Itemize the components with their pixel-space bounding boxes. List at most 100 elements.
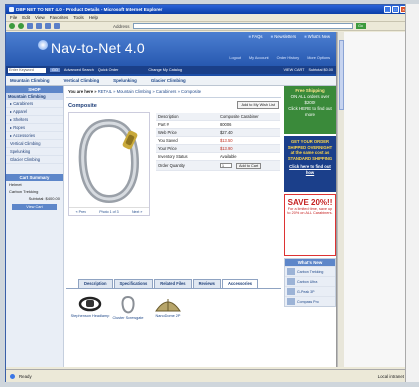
next-photo-link[interactable]: Next » (132, 210, 142, 214)
breadcrumb: You are here » RETAIL » Mountain Climbin… (66, 86, 281, 98)
whats-new-label: Carbon Trekking (297, 269, 324, 274)
sidebar-item-apparel[interactable]: Apparel (6, 108, 63, 116)
qty-row: Order Quantity 1 Add to Cart (156, 161, 280, 171)
site-logo[interactable]: Nav-to-Net 4.0 (51, 40, 145, 56)
sidebar-item-accessories[interactable]: Accessories (6, 132, 63, 140)
more-options-link[interactable]: More Options (307, 56, 330, 60)
product-title: Composite (68, 103, 97, 109)
browser-window: DBP NET TO NET 4.0 - Product Details - M… (5, 4, 410, 382)
whats-new-label: G-Peak 3P (297, 289, 315, 294)
faqs-link[interactable]: FAQs (248, 34, 262, 39)
search-input[interactable]: Enter Keyword (8, 67, 46, 73)
go-button[interactable]: Go (355, 23, 366, 29)
home-icon[interactable] (45, 23, 51, 29)
promo-click-here: Click HERE to find out more (288, 106, 332, 117)
sidebar-item-spelunking[interactable]: Spelunking (6, 148, 63, 156)
product-thumb (287, 288, 295, 295)
stop-icon[interactable] (27, 23, 33, 29)
cat-spelunking[interactable]: Spelunking (113, 78, 137, 83)
promo-save-text: For a limited time, save up to 20% on AL… (287, 207, 333, 215)
menu-view[interactable]: View (35, 15, 45, 20)
address-label: Address (113, 23, 130, 29)
product-tabs: Description Specifications Related Files… (66, 279, 281, 288)
toolbar: Address Go (6, 22, 408, 31)
back-icon[interactable] (9, 23, 15, 29)
promo-save: SAVE 20%!! (287, 198, 333, 207)
forward-icon[interactable] (18, 23, 24, 29)
menu-favorites[interactable]: Favorites (50, 15, 69, 20)
vertical-scrollbar[interactable] (337, 32, 344, 367)
minimize-button[interactable]: _ (384, 6, 391, 13)
quantity-field[interactable]: 1 (220, 163, 232, 168)
whats-new-box: What's New Carbon Trekking Carbon Ultra … (284, 258, 336, 307)
whats-new-title: What's New (285, 259, 335, 266)
cart-item[interactable]: Carbon Trekking (6, 188, 63, 195)
spec-row: You Saved $13.50 (156, 137, 280, 145)
spec-row: Your Price $13.90 (156, 145, 280, 153)
cat-vertical-climbing[interactable]: Vertical Climbing (64, 78, 100, 83)
whats-new-item[interactable]: G-Peak 3P (285, 286, 335, 296)
add-to-cart-button[interactable]: Add to Cart (236, 162, 262, 169)
cart-item[interactable]: Helmet (6, 181, 63, 188)
advanced-search-link[interactable]: Advanced Search (64, 68, 94, 72)
logout-link[interactable]: Logout (229, 56, 241, 60)
view-cart-button[interactable]: View Cart (12, 204, 57, 210)
address-bar[interactable] (132, 23, 353, 29)
spec-value: $27.40 (220, 130, 233, 135)
menu-file[interactable]: File (10, 15, 17, 20)
spec-row: Web Price $27.40 (156, 129, 280, 137)
spec-label: Part # (158, 122, 169, 127)
accessory-name: Stephenson Headlamp (70, 314, 110, 318)
change-catalog-link[interactable]: Change My Catalog (148, 68, 182, 72)
product-thumb (287, 268, 295, 275)
tab-specifications[interactable]: Specifications (113, 279, 154, 288)
refresh-icon[interactable] (36, 23, 42, 29)
cat-glacier-climbing[interactable]: Glacier Climbing (151, 78, 186, 83)
sidebar-item-ropes[interactable]: Ropes (6, 124, 63, 132)
accessory-item[interactable]: Cluster Screwgate (106, 295, 150, 320)
sidebar-item-vertical[interactable]: Vertical Climbing (6, 140, 63, 148)
maximize-button[interactable]: □ (392, 6, 399, 13)
left-sidebar: SHOP Mountain Climbing Carabiners Appare… (6, 86, 64, 367)
whats-new-link[interactable]: What's New (304, 34, 330, 39)
newsletters-link[interactable]: Newsletters (271, 34, 296, 39)
status-bar: Ready Local intranet (6, 369, 410, 382)
tab-related-files[interactable]: Related Files (154, 279, 192, 288)
whats-new-item[interactable]: Compass Pro (285, 296, 335, 306)
tab-accessories[interactable]: Accessories (221, 279, 259, 288)
sidebar-item-carabiners[interactable]: Carabiners (6, 100, 63, 108)
free-shipping-promo[interactable]: Free Shipping ON ALL orders over $200! C… (284, 86, 336, 134)
quick-order-link[interactable]: Quick Order (98, 68, 118, 72)
overnight-promo[interactable]: GET YOUR ORDER SHIPPED OVERNIGHT at the … (284, 136, 336, 192)
product-image[interactable]: « Prev Photo 1 of 3 Next » (68, 112, 150, 216)
menu-help[interactable]: Help (89, 15, 98, 20)
order-history-link[interactable]: Order History (277, 56, 300, 60)
browser-side-area (344, 32, 410, 367)
sidebar-section[interactable]: Mountain Climbing (6, 93, 63, 100)
sidebar-item-shelters[interactable]: Shelters (6, 116, 63, 124)
tab-description[interactable]: Description (78, 279, 113, 288)
view-cart-link[interactable]: VIEW CART (283, 68, 304, 72)
whats-new-label: Carbon Ultra (297, 279, 318, 284)
product-specs: Description Composite Carabiner Part # 800… (156, 113, 280, 171)
menu-tools[interactable]: Tools (73, 15, 84, 20)
breadcrumb-path[interactable]: RETAIL » Mountain Climbing » Carabiners … (98, 89, 201, 94)
wishlist-button[interactable]: Add to My Wish List (237, 101, 279, 109)
cat-mountain-climbing[interactable]: Mountain Climbing (10, 78, 50, 83)
tab-reviews[interactable]: Reviews (192, 279, 221, 288)
promo-orders-over: ON ALL orders over $200! (290, 94, 330, 105)
search-go-button[interactable]: GO (50, 68, 60, 72)
spec-value: Composite Carabiner (220, 114, 259, 119)
whats-new-item[interactable]: Carbon Trekking (285, 266, 335, 276)
save-promo[interactable]: SAVE 20%!! For a limited time, save up t… (284, 194, 336, 256)
sidebar-item-glacier[interactable]: Glacier Climbing (6, 156, 63, 164)
whats-new-item[interactable]: Carbon Ultra (285, 276, 335, 286)
accessory-item[interactable]: NanoDome 2P (146, 295, 190, 318)
prev-photo-link[interactable]: « Prev (76, 210, 86, 214)
menu-edit[interactable]: Edit (22, 15, 30, 20)
my-account-link[interactable]: My Account (249, 56, 269, 60)
spec-label: You Saved (158, 138, 178, 143)
search-icon[interactable] (54, 23, 60, 29)
main-content: You are here » RETAIL » Mountain Climbin… (66, 86, 281, 320)
spec-label: Your Price (158, 146, 177, 151)
